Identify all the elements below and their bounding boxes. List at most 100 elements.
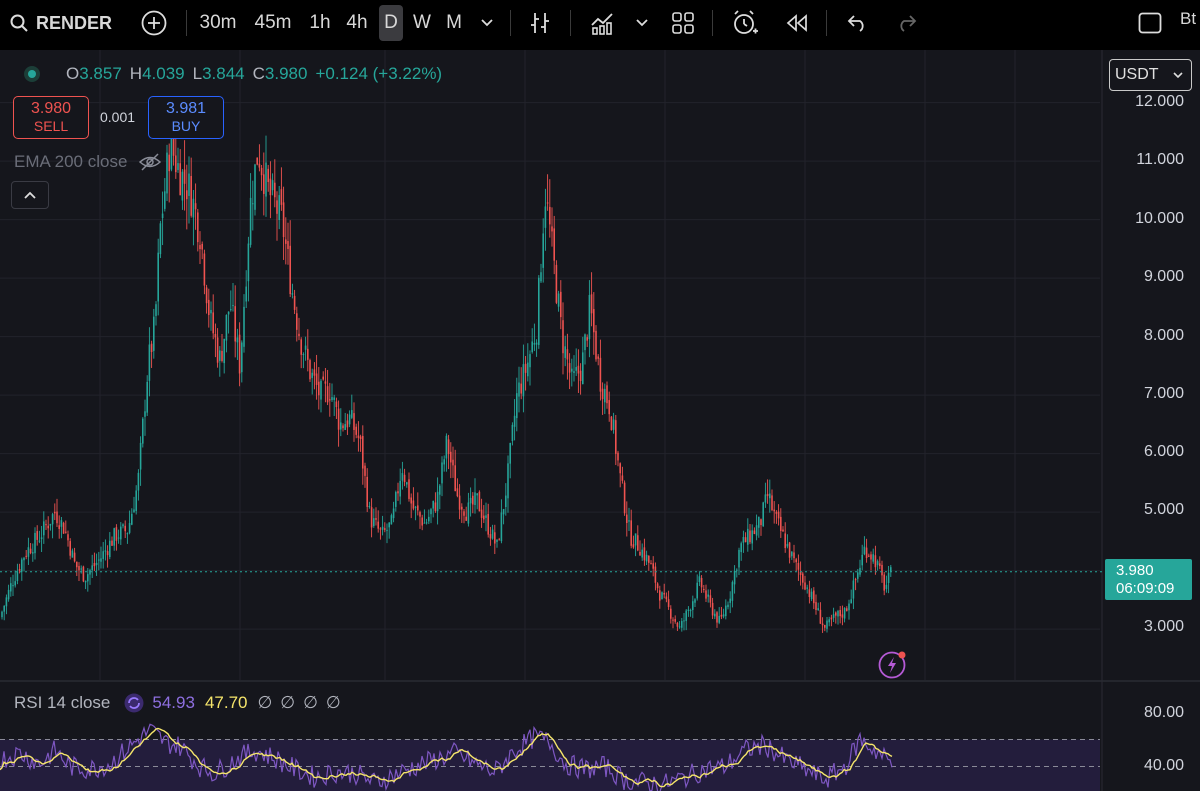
candle-body xyxy=(791,551,793,557)
tab-timeframe-w[interactable]: W xyxy=(410,8,434,38)
candle-body xyxy=(148,344,151,381)
candle-body xyxy=(320,380,322,400)
candle-body xyxy=(876,561,879,566)
candle-body xyxy=(760,519,762,526)
candle-body xyxy=(109,540,111,558)
symbol-search[interactable]: RENDER xyxy=(10,8,118,38)
candle-body xyxy=(49,523,52,526)
chart-pane[interactable]: O 3.857 H 4.039 L 3.844 C 3.980 +0.124 (+3.2… xyxy=(0,50,1200,791)
candle-body xyxy=(531,341,533,353)
sell-button[interactable]: 3.980 SELL xyxy=(13,96,89,139)
candle-body xyxy=(260,167,263,176)
candle-body xyxy=(190,176,192,216)
candle-body xyxy=(736,569,738,571)
candle-body xyxy=(480,509,483,518)
buy-button[interactable]: 3.981 BUY xyxy=(148,96,224,139)
candle-body xyxy=(804,582,806,590)
eye-hidden-icon[interactable] xyxy=(139,153,162,171)
refresh-icon[interactable] xyxy=(124,693,144,713)
candle-body xyxy=(208,299,210,316)
candle-body xyxy=(342,425,344,429)
alert-button[interactable] xyxy=(730,8,760,38)
candle-body xyxy=(82,566,85,582)
timeframe-dropdown[interactable] xyxy=(477,8,497,38)
candle-body xyxy=(355,426,357,435)
candle-body xyxy=(643,547,646,561)
candle-body xyxy=(513,415,516,427)
candle-body xyxy=(133,509,135,513)
tab-timeframe-d[interactable]: D xyxy=(379,5,403,41)
toolbar-overflow-text[interactable]: Bt xyxy=(1180,4,1200,34)
chevron-down-icon xyxy=(1173,71,1183,78)
candle-body xyxy=(428,516,430,522)
candle-body xyxy=(843,608,846,619)
tab-timeframe-1h[interactable]: 1h xyxy=(304,8,336,38)
candle-body xyxy=(177,163,179,170)
candle-body xyxy=(560,291,562,318)
status-dot-icon xyxy=(24,66,40,82)
candle-body xyxy=(661,592,663,600)
sell-price: 3.980 xyxy=(30,100,72,117)
candle-body xyxy=(364,465,366,476)
candle-body xyxy=(817,608,819,611)
replay-button[interactable] xyxy=(783,8,811,38)
candle-body xyxy=(564,346,566,358)
rsi-axis-label: 40.00 xyxy=(1143,757,1184,774)
candle-body xyxy=(56,511,58,524)
redo-icon xyxy=(900,15,917,32)
candle-body xyxy=(395,492,397,507)
candle-body xyxy=(333,397,335,400)
currency-selector[interactable]: USDT xyxy=(1109,59,1192,91)
indicators-button[interactable] xyxy=(588,8,618,38)
candle-body xyxy=(243,306,245,347)
candle-body xyxy=(155,304,157,316)
lightning-icon[interactable] xyxy=(878,650,906,679)
candle-body xyxy=(128,523,131,533)
candle-body xyxy=(403,474,406,483)
candle-body xyxy=(579,370,582,382)
redo-button[interactable] xyxy=(893,8,921,38)
bar-style-button[interactable] xyxy=(526,8,554,38)
layout-button[interactable] xyxy=(670,8,696,38)
candle-body xyxy=(296,313,298,330)
candle-body xyxy=(645,554,648,562)
candle-body xyxy=(641,549,643,558)
candle-body xyxy=(335,401,338,408)
candle-body xyxy=(672,619,674,621)
undo-button[interactable] xyxy=(843,8,871,38)
candle-body xyxy=(865,547,868,559)
candle-body xyxy=(571,368,573,372)
last-price-tag: 3.980 06:09:09 xyxy=(1105,559,1192,600)
candle-body xyxy=(819,609,822,624)
tab-timeframe-30m[interactable]: 30m xyxy=(195,8,241,38)
fullscreen-button[interactable] xyxy=(1136,8,1164,38)
candle-body xyxy=(551,226,553,232)
buy-price: 3.981 xyxy=(165,100,207,117)
candle-body xyxy=(298,333,300,337)
rsi-empty-value: ∅ xyxy=(325,693,341,712)
indicators-dropdown[interactable] xyxy=(632,8,652,38)
tab-timeframe-4h[interactable]: 4h xyxy=(340,8,374,38)
candle-body xyxy=(197,212,199,243)
candle-body xyxy=(854,579,857,581)
candle-body xyxy=(205,287,208,304)
candle-body xyxy=(47,525,49,529)
currency-label: USDT xyxy=(1115,66,1159,83)
candle-body xyxy=(337,408,340,430)
candle-body xyxy=(362,435,364,469)
tab-timeframe-m[interactable]: M xyxy=(442,8,466,38)
collapse-legend-button[interactable] xyxy=(11,181,49,209)
candle-body xyxy=(764,494,767,503)
tab-timeframe-45m[interactable]: 45m xyxy=(250,8,296,38)
candle-body xyxy=(797,562,800,570)
timeframe-label: 1h xyxy=(309,12,331,33)
candle-body xyxy=(419,512,421,517)
candle-body xyxy=(346,420,349,428)
chevron-down-icon xyxy=(636,19,648,27)
candle-body xyxy=(665,596,668,600)
chart-canvas[interactable] xyxy=(0,50,1200,791)
candle-body xyxy=(203,253,206,286)
candle-body xyxy=(689,610,692,612)
add-symbol-button[interactable] xyxy=(140,8,168,38)
candle-body xyxy=(456,488,459,497)
